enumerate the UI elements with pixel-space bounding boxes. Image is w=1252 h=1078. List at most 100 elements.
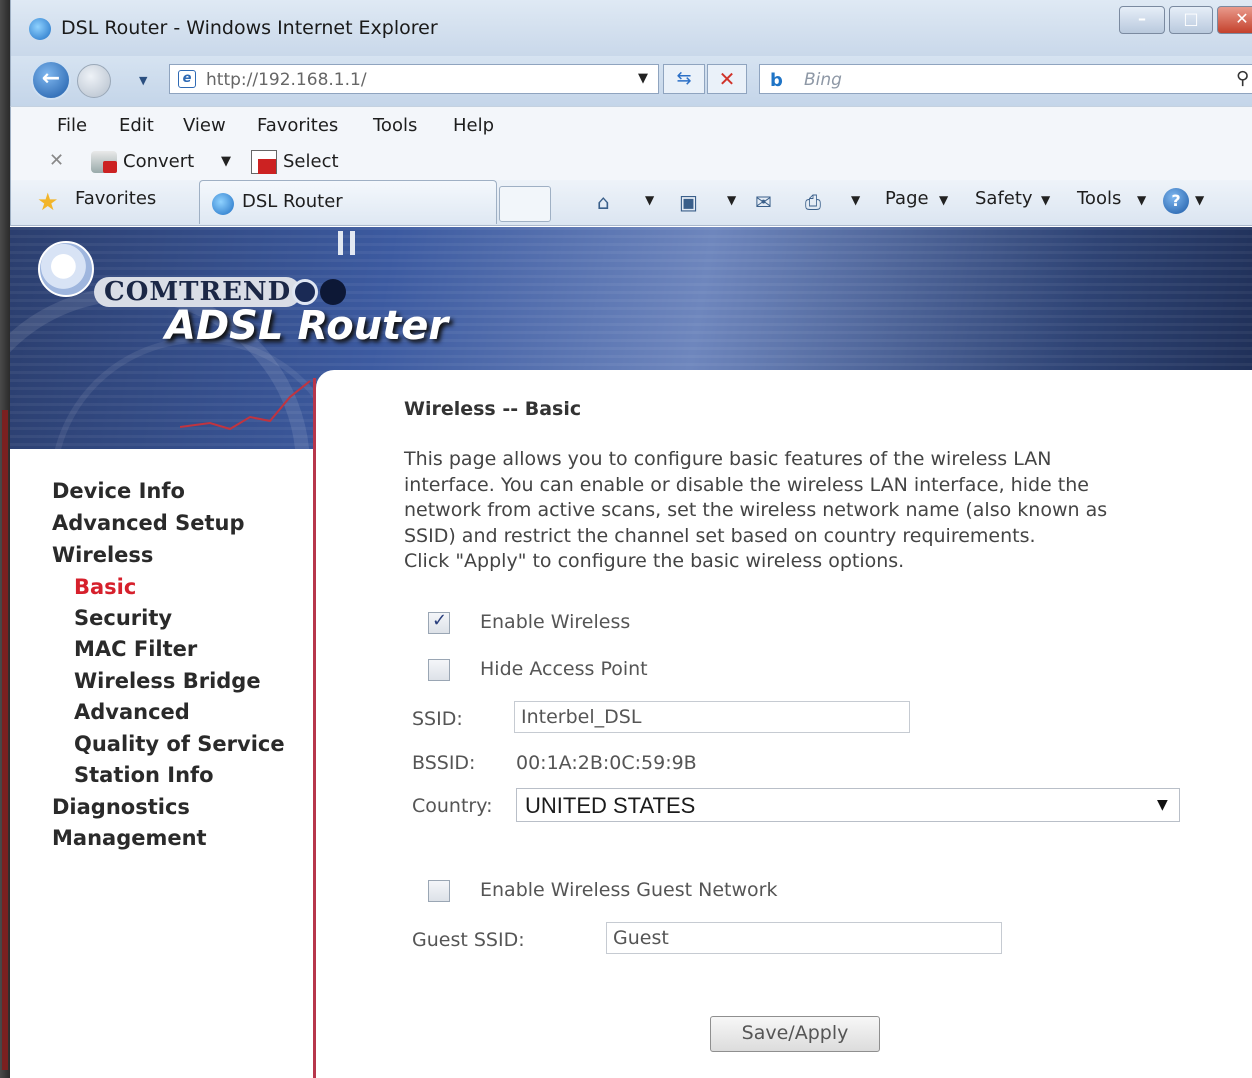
sidebar-item-security[interactable]: Security	[74, 606, 172, 630]
convert-icon	[91, 151, 117, 173]
search-box[interactable]: b Bing ⚲	[759, 64, 1252, 94]
menu-edit[interactable]: Edit	[119, 115, 154, 136]
sidebar-item-diagnostics[interactable]: Diagnostics	[52, 795, 190, 819]
sidebar-item-station-info[interactable]: Station Info	[74, 763, 214, 787]
country-value: UNITED STATES	[525, 793, 696, 818]
sidebar-item-wireless-bridge[interactable]: Wireless Bridge	[74, 669, 261, 693]
search-input[interactable]: Bing	[804, 70, 842, 90]
print-icon[interactable]: ⎙	[805, 190, 821, 214]
page-description: This page allows you to configure basic …	[404, 447, 1204, 575]
back-arrow-icon: ←	[41, 66, 61, 91]
guest-ssid-input[interactable]: Guest	[606, 922, 1002, 954]
feeds-icon[interactable]: ▣	[679, 190, 698, 214]
select-icon	[251, 150, 277, 174]
enable-guest-network-checkbox[interactable]	[428, 880, 450, 902]
sidebar-item-wireless[interactable]: Wireless	[52, 543, 153, 567]
description-line: interface. You can enable or disable the…	[404, 473, 1089, 496]
address-bar[interactable]: e http://192.168.1.1/ ▼	[169, 64, 659, 94]
sidebar-item-device-info[interactable]: Device Info	[52, 479, 185, 503]
new-tab-button[interactable]	[499, 186, 551, 222]
favorites-button[interactable]: Favorites	[75, 188, 156, 209]
description-line: SSID) and restrict the channel set based…	[404, 524, 1036, 547]
menu-view[interactable]: View	[183, 115, 226, 136]
description-line: This page allows you to configure basic …	[404, 448, 1052, 470]
minimize-button[interactable]: –	[1119, 6, 1165, 34]
convert-button[interactable]: Convert	[123, 151, 194, 172]
stop-icon: ✕	[718, 67, 736, 91]
enable-wireless-label: Enable Wireless	[480, 611, 631, 633]
window-title: DSL Router - Windows Internet Explorer	[61, 17, 438, 39]
address-dropdown-icon[interactable]: ▼	[638, 71, 648, 86]
bssid-label: BSSID:	[412, 752, 476, 774]
page-menu[interactable]: Page	[885, 188, 929, 209]
sidebar-item-advanced[interactable]: Advanced	[74, 700, 190, 724]
ssid-input[interactable]: Interbel_DSL	[514, 701, 910, 733]
tools-menu[interactable]: Tools	[1077, 188, 1121, 209]
chevron-down-icon: ▼	[1157, 797, 1168, 813]
close-icon: ✕	[1235, 9, 1249, 28]
bing-logo-icon: b	[770, 70, 783, 91]
history-dropdown-icon[interactable]: ▼	[139, 74, 147, 87]
bssid-value: 00:1A:2B:0C:59:9B	[516, 752, 697, 774]
sidebar: Device Info Advanced Setup Wireless Basi…	[10, 449, 313, 1078]
help-dropdown-icon[interactable]: ▼	[1195, 193, 1204, 207]
sidebar-item-basic[interactable]: Basic	[74, 575, 136, 599]
toolbar-convert: ✕ Convert ▼ Select	[10, 146, 1252, 180]
menu-favorites[interactable]: Favorites	[257, 115, 338, 136]
stop-button[interactable]: ✕	[707, 64, 747, 94]
navigation-bar: ← ▼ e http://192.168.1.1/ ▼ ⇆ ✕ b Bing ⚲	[10, 56, 1252, 106]
enable-guest-network-label: Enable Wireless Guest Network	[480, 879, 778, 901]
title-bar: DSL Router - Windows Internet Explorer –…	[10, 0, 1252, 56]
maximize-button[interactable]: □	[1169, 6, 1213, 34]
save-apply-button[interactable]: Save/Apply	[710, 1016, 880, 1052]
description-line: network from active scans, set the wirel…	[404, 499, 1108, 521]
menu-tools[interactable]: Tools	[373, 115, 417, 136]
home-dropdown-icon[interactable]: ▼	[645, 193, 654, 207]
search-icon[interactable]: ⚲	[1236, 68, 1249, 89]
home-icon[interactable]: ⌂	[597, 190, 610, 214]
comtrend-logo-icon	[38, 241, 94, 297]
country-select[interactable]: UNITED STATES ▼	[516, 788, 1180, 822]
back-button[interactable]: ←	[31, 60, 71, 100]
ssid-value: Interbel_DSL	[521, 706, 642, 728]
enable-wireless-checkbox[interactable]: ✓	[428, 610, 450, 634]
address-input[interactable]: http://192.168.1.1/	[206, 70, 367, 90]
menu-help[interactable]: Help	[453, 115, 494, 136]
maximize-icon: □	[1183, 9, 1199, 28]
description-line: Click "Apply" to configure the basic wir…	[404, 550, 905, 572]
tools-dropdown-icon[interactable]: ▼	[1137, 193, 1146, 207]
page-dropdown-icon[interactable]: ▼	[939, 193, 948, 207]
mail-icon[interactable]: ✉	[755, 190, 772, 214]
hide-access-point-checkbox[interactable]	[428, 659, 450, 681]
sidebar-item-advanced-setup[interactable]: Advanced Setup	[52, 511, 245, 535]
product-title: ADSL Router	[165, 303, 449, 349]
tab-dsl-router[interactable]: DSL Router	[199, 180, 497, 224]
refresh-icon: ⇆	[676, 68, 692, 89]
ie-tab-icon	[212, 193, 234, 215]
guest-ssid-label: Guest SSID:	[412, 929, 525, 951]
safety-dropdown-icon[interactable]: ▼	[1041, 193, 1050, 207]
ssid-label: SSID:	[412, 708, 463, 730]
help-icon[interactable]: ?	[1163, 188, 1189, 214]
sidebar-item-quality-of-service[interactable]: Quality of Service	[74, 732, 285, 756]
guest-ssid-value: Guest	[613, 927, 669, 949]
banner-decoration	[180, 380, 311, 431]
feeds-dropdown-icon[interactable]: ▼	[727, 193, 736, 207]
banner-decoration	[336, 231, 362, 255]
sidebar-item-management[interactable]: Management	[52, 826, 207, 850]
menu-bar: File Edit View Favorites Tools Help	[10, 106, 1252, 146]
menu-file[interactable]: File	[57, 115, 87, 136]
safety-menu[interactable]: Safety	[975, 188, 1033, 209]
checkmark-icon: ✓	[432, 610, 448, 631]
page-title: Wireless -- Basic	[404, 398, 582, 420]
close-window-button[interactable]: ✕	[1217, 6, 1252, 34]
country-label: Country:	[412, 795, 493, 817]
close-toolbar-icon[interactable]: ✕	[49, 150, 64, 171]
print-dropdown-icon[interactable]: ▼	[851, 193, 860, 207]
favorites-star-icon[interactable]: ★	[37, 188, 59, 216]
convert-dropdown-icon[interactable]: ▼	[221, 154, 231, 169]
forward-button[interactable]	[77, 64, 111, 98]
select-button[interactable]: Select	[283, 151, 339, 172]
sidebar-item-mac-filter[interactable]: MAC Filter	[74, 637, 197, 661]
refresh-button[interactable]: ⇆	[663, 64, 705, 94]
